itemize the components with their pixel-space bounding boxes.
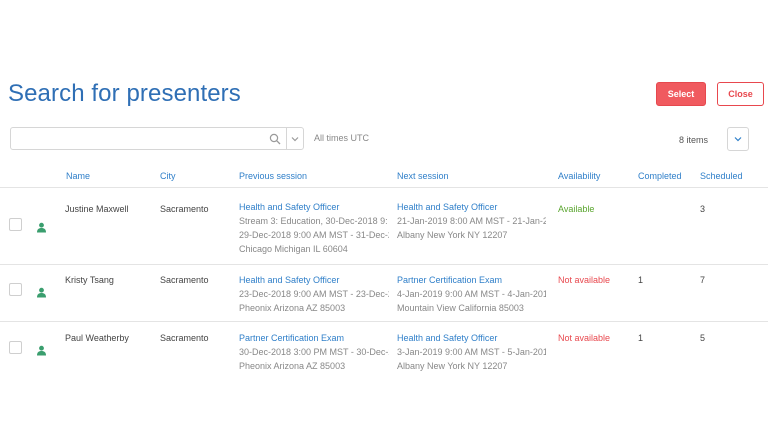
timezone-label: All times UTC (314, 133, 370, 143)
next-session-line: 3-Jan-2019 9:00 AM MST - 5-Jan-2019 (397, 347, 546, 357)
row-previous-session: Health and Safety Officer Stream 3: Educ… (239, 200, 389, 256)
row-availability: Not available (558, 275, 611, 285)
row-previous-session: Partner Certification Exam 30-Dec-2018 3… (239, 331, 389, 373)
table-row[interactable]: Paul Weatherby Sacramento Partner Certif… (0, 322, 768, 380)
previous-session-location: Chicago Michigan IL 60604 (239, 244, 348, 254)
next-session-location: Albany New York NY 12207 (397, 361, 508, 371)
column-header-scheduled[interactable]: Scheduled (700, 171, 743, 181)
next-session-location: Albany New York NY 12207 (397, 230, 508, 240)
row-next-session: Partner Certification Exam 4-Jan-2019 9:… (397, 273, 546, 315)
search-dropdown-toggle[interactable] (286, 128, 303, 149)
previous-session-line: Stream 3: Education, 30-Dec-2018 9: (239, 216, 388, 226)
row-scheduled: 7 (700, 275, 706, 285)
column-header-completed[interactable]: Completed (638, 171, 682, 181)
person-icon (36, 343, 47, 361)
row-city: Sacramento (160, 275, 209, 285)
column-header-previous-session[interactable]: Previous session (239, 171, 307, 181)
row-availability: Available (558, 204, 595, 214)
row-name: Paul Weatherby (65, 333, 129, 343)
page-title: Search for presenters (8, 80, 241, 107)
row-next-session: Health and Safety Officer 21-Jan-2019 8:… (397, 200, 546, 242)
row-next-session: Health and Safety Officer 3-Jan-2019 9:0… (397, 331, 546, 373)
options-dropdown-button[interactable] (727, 127, 749, 151)
close-button[interactable]: Close (717, 82, 764, 106)
items-count: 8 items (679, 135, 709, 145)
search-input[interactable] (11, 128, 264, 149)
row-availability: Not available (558, 333, 611, 343)
row-city: Sacramento (160, 333, 209, 343)
previous-session-location: Pheonix Arizona AZ 85003 (239, 303, 346, 313)
previous-session-link[interactable]: Health and Safety Officer (239, 200, 389, 214)
previous-session-link[interactable]: Partner Certification Exam (239, 331, 389, 345)
chevron-down-icon (734, 137, 742, 142)
row-completed: 1 (638, 275, 644, 285)
person-icon (36, 285, 47, 303)
chevron-down-icon (291, 136, 299, 141)
row-checkbox[interactable] (9, 341, 22, 354)
next-session-link[interactable]: Partner Certification Exam (397, 273, 546, 287)
search-box (10, 127, 304, 150)
next-session-location: Mountain View California 85003 (397, 303, 524, 313)
select-button[interactable]: Select (656, 82, 706, 106)
row-previous-session: Health and Safety Officer 23-Dec-2018 9:… (239, 273, 389, 315)
row-scheduled: 3 (700, 204, 706, 214)
previous-session-line: 30-Dec-2018 3:00 PM MST - 30-Dec-2 (239, 347, 389, 357)
column-header-name[interactable]: Name (66, 171, 90, 181)
column-header-city[interactable]: City (160, 171, 176, 181)
next-session-line: 4-Jan-2019 9:00 AM MST - 4-Jan-2019 (397, 289, 546, 299)
next-session-link[interactable]: Health and Safety Officer (397, 331, 546, 345)
row-name: Kristy Tsang (65, 275, 114, 285)
next-session-line: 21-Jan-2019 8:00 AM MST - 21-Jan-20 (397, 216, 546, 226)
previous-session-line: 23-Dec-2018 9:00 AM MST - 23-Dec-2 (239, 289, 389, 299)
column-header-next-session[interactable]: Next session (397, 171, 449, 181)
row-checkbox[interactable] (9, 218, 22, 231)
row-city: Sacramento (160, 204, 209, 214)
table-row[interactable]: Kristy Tsang Sacramento Health and Safet… (0, 265, 768, 321)
row-completed: 1 (638, 333, 644, 343)
previous-session-location: Pheonix Arizona AZ 85003 (239, 361, 346, 371)
row-scheduled: 5 (700, 333, 706, 343)
previous-session-link[interactable]: Health and Safety Officer (239, 273, 389, 287)
next-session-link[interactable]: Health and Safety Officer (397, 200, 546, 214)
row-checkbox[interactable] (9, 283, 22, 296)
row-name: Justine Maxwell (65, 204, 129, 214)
column-header-availability[interactable]: Availability (558, 171, 600, 181)
table-row[interactable]: Justine Maxwell Sacramento Health and Sa… (0, 188, 768, 264)
person-icon (36, 220, 47, 238)
search-icon[interactable] (264, 128, 286, 149)
previous-session-line: 29-Dec-2018 9:00 AM MST - 31-Dec-2 (239, 230, 389, 240)
